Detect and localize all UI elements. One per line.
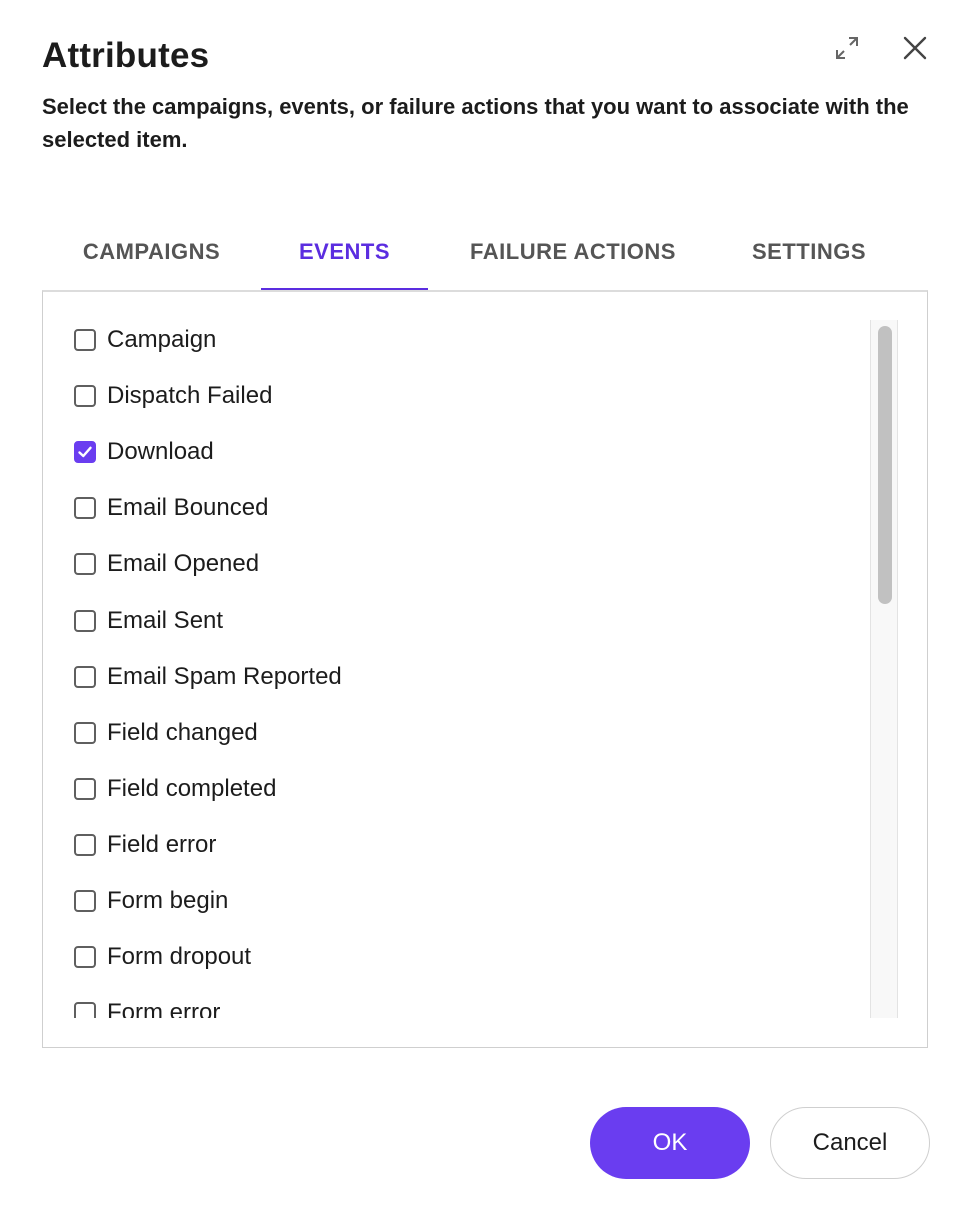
dialog-title: Attributes xyxy=(42,36,210,75)
event-label: Dispatch Failed xyxy=(107,382,273,410)
dialog-subtitle: Select the campaigns, events, or failure… xyxy=(42,94,909,152)
event-item[interactable]: Email Opened xyxy=(74,544,259,584)
event-item[interactable]: Email Bounced xyxy=(74,488,268,528)
event-item[interactable]: Form error xyxy=(74,993,220,1018)
event-item[interactable]: Email Sent xyxy=(74,601,223,641)
event-checkbox[interactable] xyxy=(74,946,96,969)
events-list[interactable]: Campaign Dispatch Failed Download Email Bou… xyxy=(43,320,869,1018)
event-item[interactable]: Field completed xyxy=(74,769,276,809)
close-icon xyxy=(903,36,927,60)
tab-bar: CAMPAIGNS EVENTS FAILURE ACTIONS SETTING… xyxy=(42,215,930,292)
event-label: Form dropout xyxy=(107,943,252,971)
tab-settings[interactable]: SETTINGS xyxy=(718,215,900,289)
event-checkbox[interactable] xyxy=(74,833,96,856)
event-checkbox[interactable] xyxy=(74,1002,96,1018)
event-checkbox[interactable] xyxy=(74,329,96,351)
expand-button[interactable] xyxy=(829,30,865,66)
event-label: Campaign xyxy=(107,326,217,353)
tab-campaigns[interactable]: CAMPAIGNS xyxy=(42,215,261,289)
event-label: Field changed xyxy=(107,718,258,746)
event-checkbox[interactable] xyxy=(74,721,96,744)
event-item[interactable]: Dispatch Failed xyxy=(74,376,272,416)
event-label: Email Sent xyxy=(107,606,224,634)
event-label: Email Opened xyxy=(107,550,260,578)
tab-events[interactable]: EVENTS xyxy=(261,215,428,289)
event-label: Email Bounced xyxy=(107,494,269,522)
event-item[interactable]: Email Spam Reported xyxy=(74,657,342,697)
event-item[interactable]: Form dropout xyxy=(74,937,251,977)
event-checkbox[interactable] xyxy=(74,777,96,800)
event-item[interactable]: Form begin xyxy=(74,881,228,921)
event-label: Download xyxy=(107,438,214,466)
event-checkbox[interactable] xyxy=(74,890,96,912)
ok-button[interactable]: OK xyxy=(590,1107,750,1179)
event-checkbox[interactable] xyxy=(74,665,96,688)
event-label: Form begin xyxy=(107,887,229,914)
event-checkbox[interactable] xyxy=(74,497,96,520)
close-button[interactable] xyxy=(897,30,933,66)
event-label: Email Spam Reported xyxy=(107,662,342,690)
expand-icon xyxy=(836,37,858,59)
event-checkbox[interactable] xyxy=(74,385,96,408)
event-checkbox[interactable] xyxy=(74,441,96,464)
event-label: Field completed xyxy=(107,774,277,802)
attributes-dialog: Attributes Select the campaigns, events,… xyxy=(0,0,974,1206)
cancel-button[interactable]: Cancel xyxy=(770,1107,930,1179)
event-item[interactable]: Download xyxy=(74,432,214,472)
event-item[interactable]: Field changed xyxy=(74,713,258,753)
tab-failure-actions[interactable]: FAILURE ACTIONS xyxy=(428,215,718,289)
event-checkbox[interactable] xyxy=(74,609,96,632)
checkmark-icon xyxy=(78,446,92,458)
events-list-panel: Campaign Dispatch Failed Download Email Bou… xyxy=(42,290,928,1048)
event-item[interactable]: Campaign xyxy=(74,320,216,360)
event-label: Form error xyxy=(107,999,221,1018)
event-label: Field error xyxy=(107,830,217,858)
scrollbar-thumb[interactable] xyxy=(878,326,892,604)
scrollbar[interactable] xyxy=(870,320,898,1018)
event-checkbox[interactable] xyxy=(74,553,96,576)
event-item[interactable]: Field error xyxy=(74,825,216,865)
